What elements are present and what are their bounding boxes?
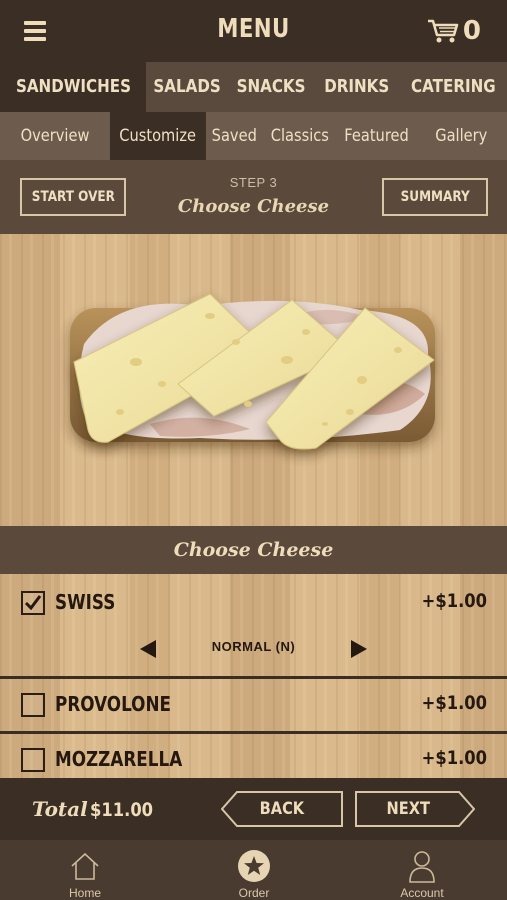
option-price: +$1.00 (411, 692, 487, 714)
step-bar: START OVER STEP 3 Choose Cheese SUMMARY (0, 160, 507, 234)
option-name: PROVOLONE (55, 692, 193, 716)
tab-label: CATERING (411, 76, 496, 97)
tab-label: SNACKS (236, 76, 306, 97)
option-price-text: +$1.00 (421, 692, 487, 714)
option-mozzarella[interactable]: MOZZARELLA +$1.00 (0, 734, 507, 778)
subtab-label: Classics (270, 126, 330, 146)
total-value-text: $11.00 (90, 799, 154, 821)
checkbox-swiss[interactable] (21, 591, 45, 615)
subtab-label: Saved (211, 126, 257, 146)
option-provolone[interactable]: PROVOLONE +$1.00 (0, 679, 507, 731)
option-price: +$1.00 (411, 590, 487, 612)
option-name-text: PROVOLONE (55, 692, 171, 716)
summary-button[interactable]: SUMMARY (382, 178, 488, 216)
option-swiss[interactable]: SWISS +$1.00 NORMAL (N) (0, 574, 507, 676)
total-label: Total (32, 797, 88, 821)
option-price: +$1.00 (411, 747, 487, 769)
bottom-tab-bar: Home Order Account (0, 840, 507, 900)
summary-label: SUMMARY (400, 189, 470, 205)
tab-snacks[interactable]: SNACKS (228, 62, 314, 112)
option-name-text: SWISS (55, 590, 116, 614)
tab-label: SANDWICHES (15, 76, 131, 97)
sub-tabs: Overview Customize Saved Classics Featur… (0, 112, 507, 160)
portion-increase-button[interactable] (351, 640, 367, 658)
subtab-gallery[interactable]: Gallery (416, 112, 507, 160)
tab-drinks[interactable]: DRINKS (314, 62, 400, 112)
tab-label: SALADS (153, 76, 221, 97)
total-value: $11.00 (90, 799, 163, 821)
hamburger-icon[interactable] (24, 21, 46, 41)
subtab-label: Gallery (435, 126, 488, 146)
cart-icon (427, 19, 459, 43)
subtab-label: Customize (119, 126, 197, 146)
cart-button[interactable]: 0 (427, 14, 481, 48)
tab-salads[interactable]: SALADS (146, 62, 228, 112)
back-button[interactable]: BACK (221, 791, 343, 827)
next-label-text: NEXT (386, 799, 430, 819)
next-label: NEXT (355, 791, 461, 827)
subtab-customize[interactable]: Customize (110, 112, 206, 160)
category-tabs: SANDWICHES SALADS SNACKS DRINKS CATERING (0, 62, 507, 112)
subtab-label: Featured (344, 126, 410, 146)
sandwich-preview-image (0, 234, 507, 526)
cart-count: 0 (462, 16, 481, 46)
portion-selector: NORMAL (N) (0, 636, 507, 660)
subtab-classics[interactable]: Classics (262, 112, 338, 160)
subtab-overview[interactable]: Overview (0, 112, 110, 160)
total-bar: Total $11.00 BACK NEXT (0, 778, 507, 840)
top-bar: MENU 0 (0, 0, 507, 62)
tab-catering[interactable]: CATERING (400, 62, 507, 112)
home-icon (71, 852, 99, 880)
subtab-label: Overview (20, 126, 90, 146)
tab-order[interactable]: Order (204, 848, 304, 900)
tab-account[interactable]: Account (372, 848, 472, 900)
sandwich-illustration (70, 293, 435, 450)
tab-account-label: Account (400, 886, 444, 900)
checkbox-mozzarella[interactable] (21, 748, 45, 772)
subtab-featured[interactable]: Featured (338, 112, 416, 160)
tab-home[interactable]: Home (35, 848, 135, 900)
option-name-text: MOZZARELLA (55, 747, 183, 771)
account-icon (409, 851, 435, 883)
option-name: MOZZARELLA (55, 747, 206, 771)
check-icon (24, 595, 42, 611)
tab-home-label: Home (68, 886, 101, 900)
back-label-text: BACK (259, 799, 305, 819)
back-label: BACK (221, 791, 343, 827)
tab-sandwiches[interactable]: SANDWICHES (0, 62, 146, 112)
section-title: Choose Cheese (0, 526, 507, 574)
page-title: MENU (217, 14, 290, 44)
tab-order-label: Order (238, 886, 270, 900)
option-name: SWISS (55, 590, 127, 614)
option-price-text: +$1.00 (421, 590, 487, 612)
star-icon (238, 850, 270, 882)
option-price-text: +$1.00 (421, 747, 487, 769)
subtab-saved[interactable]: Saved (206, 112, 262, 160)
next-button[interactable]: NEXT (355, 791, 475, 827)
tab-label: DRINKS (324, 76, 390, 97)
checkbox-provolone[interactable] (21, 693, 45, 717)
portion-value: NORMAL (N) (211, 639, 296, 654)
